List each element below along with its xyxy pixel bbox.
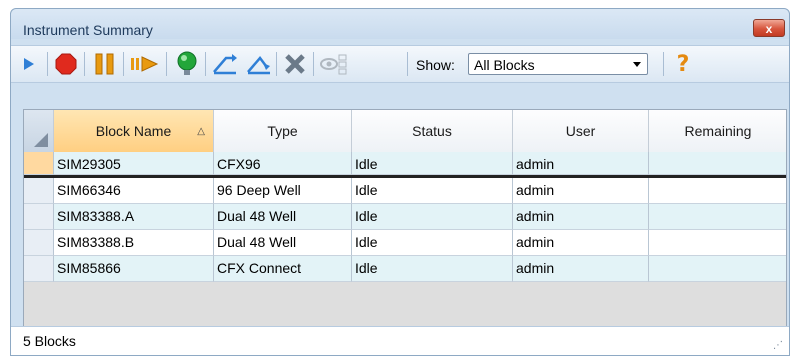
status-cell: Idle <box>352 204 513 230</box>
pause-icon <box>95 53 114 75</box>
remaining-cell <box>649 204 786 230</box>
type-cell: Dual 48 Well <box>214 230 352 256</box>
close-lid-icon <box>247 56 270 75</box>
column-header-remaining[interactable]: Remaining <box>649 110 786 152</box>
row-header[interactable] <box>24 152 54 175</box>
help-button[interactable]: ? <box>669 50 697 78</box>
column-header-label: Type <box>267 123 298 139</box>
delete-button[interactable] <box>281 50 309 78</box>
block-name-cell: SIM83388.A <box>54 204 214 230</box>
row-header[interactable] <box>24 178 54 204</box>
help-icon: ? <box>676 51 690 77</box>
block-name-cell: SIM66346 <box>54 178 214 204</box>
type-cell: CFX Connect <box>214 256 352 282</box>
column-header-status[interactable]: Status <box>352 110 513 152</box>
column-header-label: User <box>565 123 596 139</box>
show-filter-value: All Blocks <box>474 57 535 73</box>
pause-button[interactable] <box>91 50 119 78</box>
remaining-cell <box>649 178 786 204</box>
block-name-cell: SIM83388.B <box>54 230 214 256</box>
table-row[interactable]: SIM83388.B Dual 48 Well Idle admin <box>24 230 786 256</box>
toolbar-separator <box>123 52 124 76</box>
toolbar-separator <box>205 52 206 76</box>
type-cell: CFX96 <box>214 152 352 175</box>
select-all-corner[interactable] <box>24 110 54 152</box>
view-button[interactable] <box>320 50 348 78</box>
close-button[interactable]: x <box>753 19 785 37</box>
status-cell: Idle <box>352 230 513 256</box>
remaining-cell <box>649 230 786 256</box>
title-bar: Instrument Summary x <box>11 9 789 39</box>
show-label: Show: <box>416 57 455 73</box>
toolbar-separator <box>313 52 314 76</box>
row-header[interactable] <box>24 256 54 282</box>
toolbar-separator <box>47 52 48 76</box>
table-row[interactable]: SIM66346 96 Deep Well Idle admin <box>24 178 786 204</box>
stop-button[interactable] <box>52 50 80 78</box>
run-button[interactable] <box>15 50 43 78</box>
user-cell: admin <box>513 256 649 282</box>
view-icon <box>320 54 347 75</box>
table-row[interactable]: SIM29305 CFX96 Idle admin <box>24 152 786 178</box>
skip-step-button[interactable] <box>129 50 161 78</box>
toolbar-separator <box>407 52 408 76</box>
toolbar-separator <box>166 52 167 76</box>
blocks-grid: Block Name △ Type Status User Remaining … <box>23 109 787 327</box>
table-row[interactable]: SIM83388.A Dual 48 Well Idle admin <box>24 204 786 230</box>
instrument-summary-window: Instrument Summary x Show: All Blocks ? … <box>10 8 790 356</box>
status-bar: 5 Blocks ⋰ <box>11 326 789 355</box>
led-icon <box>177 51 197 75</box>
column-header-block-name[interactable]: Block Name △ <box>54 110 214 152</box>
column-header-label: Status <box>412 123 452 139</box>
open-lid-button[interactable] <box>211 50 239 78</box>
type-cell: Dual 48 Well <box>214 204 352 230</box>
row-header[interactable] <box>24 230 54 256</box>
block-name-cell: SIM85866 <box>54 256 214 282</box>
flash-block-button[interactable] <box>173 50 201 78</box>
window-title: Instrument Summary <box>23 22 153 38</box>
column-header-label: Remaining <box>684 123 752 139</box>
table-row[interactable]: SIM85866 CFX Connect Idle admin <box>24 256 786 282</box>
column-header-user[interactable]: User <box>513 110 649 152</box>
chevron-down-icon <box>633 62 641 67</box>
column-header-type[interactable]: Type <box>214 110 352 152</box>
toolbar: Show: All Blocks ? <box>11 45 789 83</box>
user-cell: admin <box>513 152 649 175</box>
open-lid-icon <box>213 54 237 75</box>
delete-icon <box>285 54 305 74</box>
user-cell: admin <box>513 178 649 204</box>
remaining-cell <box>649 256 786 282</box>
column-header-label: Block Name <box>95 123 172 139</box>
row-header[interactable] <box>24 204 54 230</box>
show-filter-select[interactable]: All Blocks <box>468 53 648 75</box>
close-lid-button[interactable] <box>245 50 273 78</box>
remaining-cell <box>649 152 786 175</box>
skip-forward-icon <box>131 56 159 72</box>
resize-grip-icon[interactable]: ⋰ <box>773 340 783 351</box>
status-cell: Idle <box>352 178 513 204</box>
user-cell: admin <box>513 204 649 230</box>
block-count: 5 Blocks <box>23 333 76 349</box>
grid-header: Block Name △ Type Status User Remaining <box>24 110 786 153</box>
block-name-cell: SIM29305 <box>54 152 214 175</box>
toolbar-separator <box>663 52 664 76</box>
toolbar-separator <box>84 52 85 76</box>
sort-ascending-icon: △ <box>197 126 205 137</box>
user-cell: admin <box>513 230 649 256</box>
type-cell: 96 Deep Well <box>214 178 352 204</box>
play-icon <box>24 58 34 70</box>
status-cell: Idle <box>352 152 513 175</box>
status-cell: Idle <box>352 256 513 282</box>
toolbar-separator <box>276 52 277 76</box>
stop-icon <box>55 53 77 75</box>
